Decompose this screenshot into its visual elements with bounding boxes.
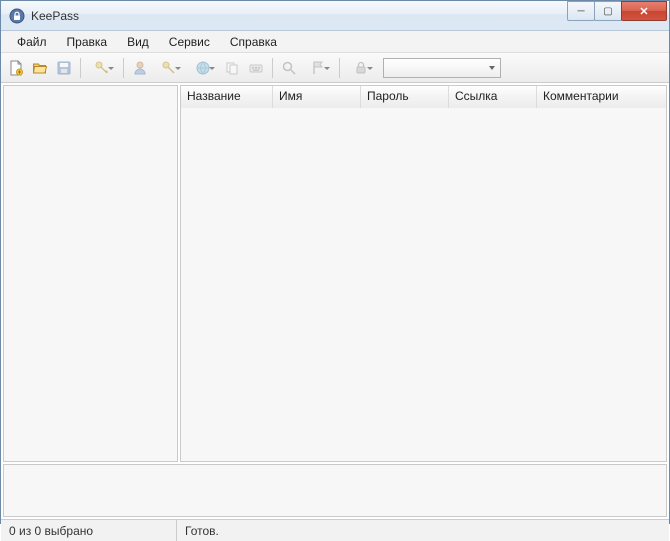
column-url[interactable]: Ссылка <box>449 86 537 108</box>
user-icon <box>132 60 148 76</box>
menu-file[interactable]: Файл <box>7 33 57 51</box>
close-icon: ✕ <box>639 5 648 18</box>
list-body[interactable] <box>181 108 666 461</box>
save-icon <box>56 60 72 76</box>
details-panel[interactable] <box>3 464 667 517</box>
open-db-button[interactable] <box>29 57 51 79</box>
new-db-button[interactable] <box>5 57 27 79</box>
new-file-icon <box>8 60 24 76</box>
window-title: KeePass <box>31 9 568 23</box>
copy-entry-button[interactable] <box>221 57 243 79</box>
close-button[interactable]: ✕ <box>621 1 667 21</box>
main-area: Название Имя Пароль Ссылка Комментарии <box>1 83 669 464</box>
save-db-button[interactable] <box>53 57 75 79</box>
folder-open-icon <box>32 60 48 76</box>
titlebar: KeePass ─ ▢ ✕ <box>1 1 669 31</box>
window-controls: ─ ▢ ✕ <box>568 1 667 21</box>
column-password[interactable]: Пароль <box>361 86 449 108</box>
minimize-button[interactable]: ─ <box>567 1 595 21</box>
key-icon <box>161 60 177 76</box>
status-ready: Готов. <box>177 520 669 541</box>
menu-view[interactable]: Вид <box>117 33 159 51</box>
lock-icon <box>353 60 369 76</box>
lock-button[interactable] <box>345 57 377 79</box>
search-icon <box>281 60 297 76</box>
globe-icon <box>195 60 211 76</box>
column-username[interactable]: Имя <box>273 86 361 108</box>
maximize-button[interactable]: ▢ <box>594 1 622 21</box>
copy-user-button[interactable] <box>129 57 151 79</box>
toolbar-separator <box>339 58 340 78</box>
app-lock-icon <box>9 8 25 24</box>
entry-list[interactable]: Название Имя Пароль Ссылка Комментарии <box>180 85 667 462</box>
flag-icon <box>310 60 326 76</box>
statusbar: 0 из 0 выбрано Готов. <box>1 519 669 541</box>
open-url-button[interactable] <box>187 57 219 79</box>
key-add-icon <box>94 60 110 76</box>
autotype-button[interactable] <box>245 57 267 79</box>
menu-tools[interactable]: Сервис <box>159 33 220 51</box>
copy-icon <box>224 60 240 76</box>
column-notes[interactable]: Комментарии <box>537 86 666 108</box>
menubar: Файл Правка Вид Сервис Справка <box>1 31 669 53</box>
toolbar-separator <box>80 58 81 78</box>
minimize-icon: ─ <box>577 6 584 17</box>
add-entry-button[interactable] <box>86 57 118 79</box>
maximize-icon: ▢ <box>603 6 612 17</box>
menu-help[interactable]: Справка <box>220 33 287 51</box>
toolbar <box>1 53 669 83</box>
quick-search-combo[interactable] <box>383 58 501 78</box>
toolbar-separator <box>272 58 273 78</box>
status-selection: 0 из 0 выбрано <box>1 520 177 541</box>
keyboard-icon <box>248 60 264 76</box>
find-button[interactable] <box>278 57 300 79</box>
menu-edit[interactable]: Правка <box>57 33 118 51</box>
toolbar-separator <box>123 58 124 78</box>
show-entries-button[interactable] <box>302 57 334 79</box>
list-header: Название Имя Пароль Ссылка Комментарии <box>181 86 666 108</box>
column-title[interactable]: Название <box>181 86 273 108</box>
group-tree[interactable] <box>3 85 178 462</box>
copy-password-button[interactable] <box>153 57 185 79</box>
